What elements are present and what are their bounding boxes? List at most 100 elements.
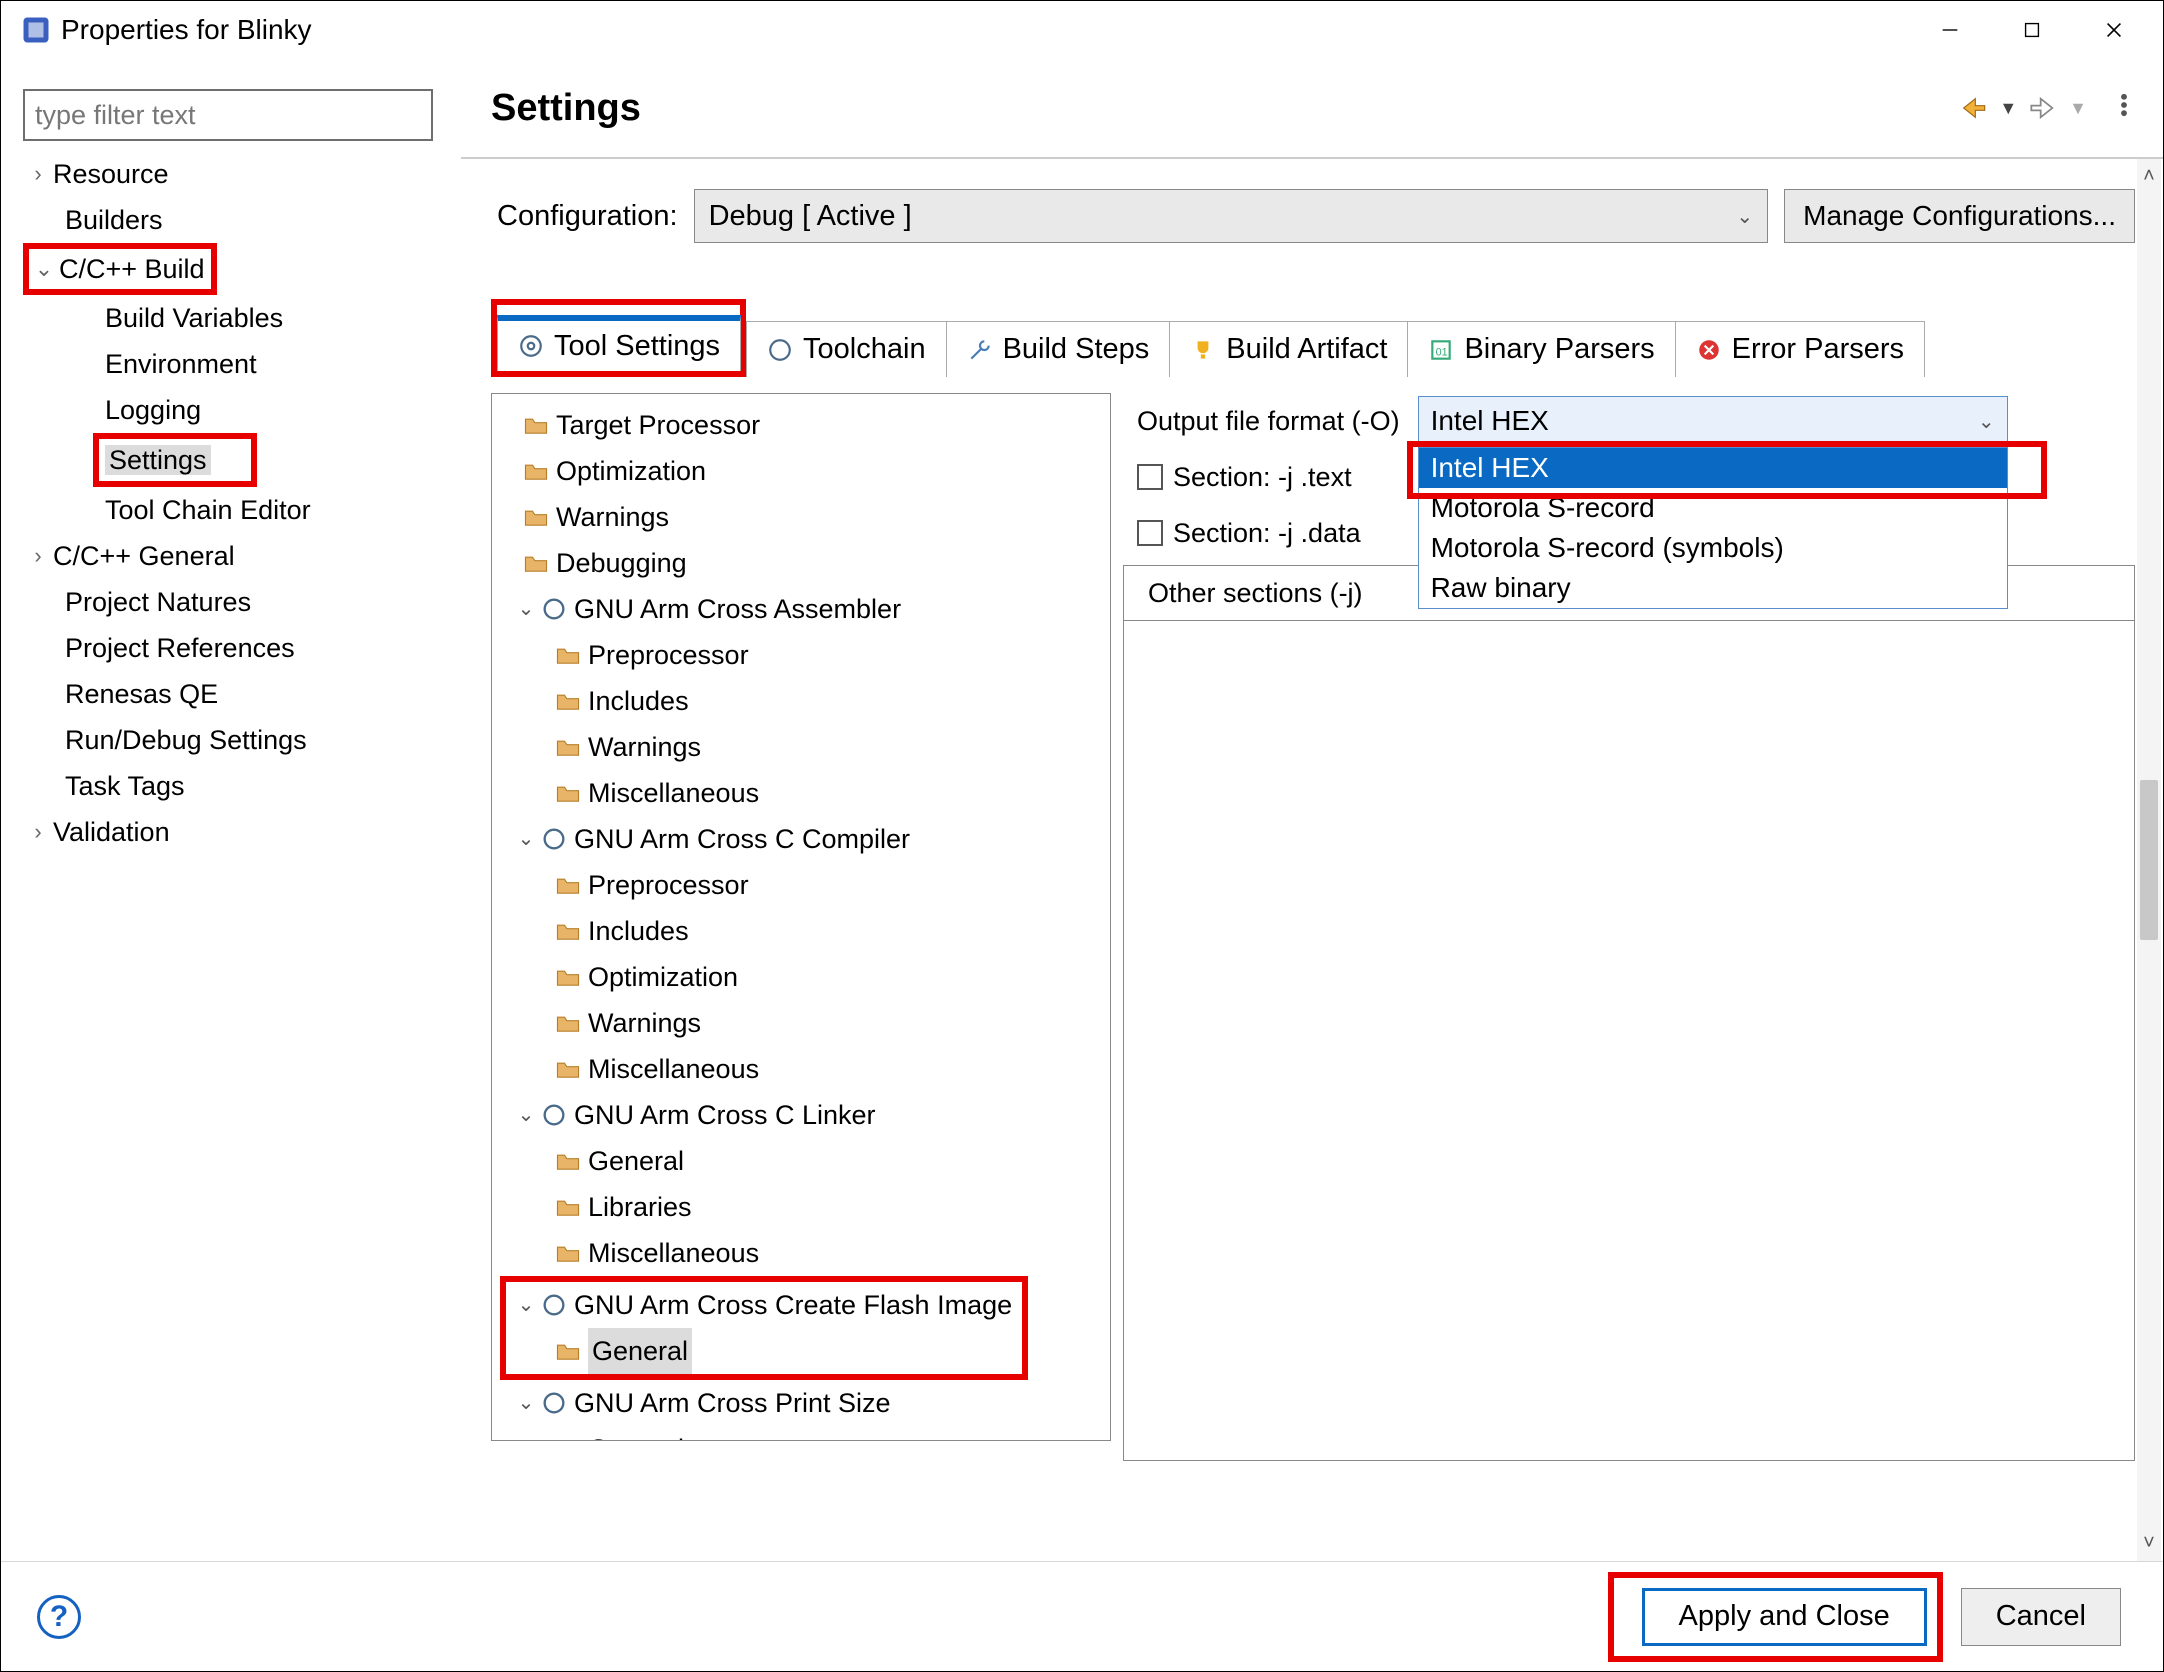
manage-configurations-button[interactable]: Manage Configurations... (1784, 189, 2135, 243)
section-data-checkbox[interactable] (1137, 520, 1163, 546)
tree-cc-preprocessor[interactable]: Preprocessor (492, 862, 1110, 908)
nav-environment[interactable]: Environment (23, 341, 443, 387)
nav-builders[interactable]: Builders (23, 197, 443, 243)
nav-forward-dropdown-icon[interactable]: ▼ (2069, 98, 2087, 119)
nav-run-debug-settings[interactable]: Run/Debug Settings (23, 717, 443, 763)
nav-back-dropdown-icon[interactable]: ▼ (1999, 98, 2017, 119)
nav-build-variables[interactable]: Build Variables (23, 295, 443, 341)
gear-icon (767, 337, 793, 363)
tree-ld-libraries[interactable]: Libraries (492, 1184, 1110, 1230)
tree-ld-misc[interactable]: Miscellaneous (492, 1230, 1110, 1276)
tree-optimization[interactable]: Optimization (492, 448, 1110, 494)
tree-asm-warnings[interactable]: Warnings (492, 724, 1110, 770)
tree-ld-general[interactable]: General (492, 1138, 1110, 1184)
dialog-footer: ? Apply and Close Cancel (1, 1561, 2163, 1671)
folder-icon (554, 1239, 582, 1267)
view-menu-icon[interactable] (2115, 91, 2133, 126)
tree-asm-includes[interactable]: Includes (492, 678, 1110, 724)
close-button[interactable] (2073, 5, 2155, 55)
filter-text-input[interactable]: type filter text (23, 89, 433, 141)
folder-icon (554, 1193, 582, 1221)
help-button[interactable]: ? (37, 1595, 81, 1639)
gear-icon (518, 333, 544, 359)
nav-validation[interactable]: ›Validation (23, 809, 443, 855)
tree-cc-warnings[interactable]: Warnings (492, 1000, 1110, 1046)
folder-icon (554, 1435, 582, 1441)
tab-binary-parsers[interactable]: 01 Binary Parsers (1407, 321, 1675, 377)
tree-assembler[interactable]: ⌄GNU Arm Cross Assembler (492, 586, 1110, 632)
tree-asm-preprocessor[interactable]: Preprocessor (492, 632, 1110, 678)
tree-cc-optimization[interactable]: Optimization (492, 954, 1110, 1000)
scroll-up-icon[interactable]: ˄ (2143, 165, 2155, 188)
tree-asm-misc[interactable]: Miscellaneous (492, 770, 1110, 816)
nav-logging[interactable]: Logging (23, 387, 443, 433)
vertical-scrollbar[interactable]: ˄ ˅ (2137, 159, 2161, 1561)
option-motorola-srecord[interactable]: Motorola S-record (1419, 488, 2007, 528)
tree-cc-misc[interactable]: Miscellaneous (492, 1046, 1110, 1092)
tab-tool-settings[interactable]: Tool Settings (497, 315, 741, 371)
tree-cc-includes[interactable]: Includes (492, 908, 1110, 954)
cancel-button[interactable]: Cancel (1961, 1588, 2121, 1646)
scrollbar-thumb[interactable] (2140, 780, 2158, 940)
left-nav: type filter text ›Resource Builders ⌄C/C… (1, 59, 461, 1561)
folder-icon (554, 1337, 582, 1365)
nav-settings[interactable]: Settings (23, 433, 443, 487)
maximize-button[interactable] (1991, 5, 2073, 55)
output-format-dropdown[interactable]: Intel HEX Motorola S-record Motorola S-r… (1418, 447, 2008, 609)
gear-icon (540, 1389, 568, 1417)
page-title: Settings (491, 87, 1959, 130)
tool-tree[interactable]: Target Processor Optimization Warnings D… (491, 393, 1111, 1441)
scroll-down-icon[interactable]: ˅ (2143, 1532, 2155, 1555)
trophy-icon (1190, 337, 1216, 363)
configuration-select[interactable]: Debug [ Active ] ⌄ (694, 189, 1769, 243)
nav-resource[interactable]: ›Resource (23, 151, 443, 197)
apply-and-close-button[interactable]: Apply and Close (1642, 1588, 1927, 1646)
tree-flash-image[interactable]: ⌄GNU Arm Cross Create Flash Image (506, 1282, 1012, 1328)
window-title: Properties for Blinky (61, 14, 1909, 46)
nav-task-tags[interactable]: Task Tags (23, 763, 443, 809)
folder-icon (554, 687, 582, 715)
properties-dialog: Properties for Blinky type filter text ›… (0, 0, 2164, 1672)
nav-cpp-build[interactable]: ⌄C/C++ Build (23, 243, 443, 295)
tree-debugging[interactable]: Debugging (492, 540, 1110, 586)
section-text-checkbox[interactable] (1137, 464, 1163, 490)
folder-icon (554, 1009, 582, 1037)
error-icon (1696, 337, 1722, 363)
tree-c-linker[interactable]: ⌄GNU Arm Cross C Linker (492, 1092, 1110, 1138)
option-motorola-srecord-symbols[interactable]: Motorola S-record (symbols) (1419, 528, 2007, 568)
output-format-select[interactable]: Intel HEX ⌄ Intel HEX Motorola S-record … (1418, 396, 2008, 446)
nav-renesas-qe[interactable]: Renesas QE (23, 671, 443, 717)
tree-c-compiler[interactable]: ⌄GNU Arm Cross C Compiler (492, 816, 1110, 862)
tab-build-artifact[interactable]: Build Artifact (1169, 321, 1408, 377)
nav-back-button[interactable] (1959, 94, 1987, 122)
chevron-down-icon: ⌄ (1978, 409, 1995, 434)
gear-icon (540, 825, 568, 853)
folder-icon (522, 411, 550, 439)
option-raw-binary[interactable]: Raw binary (1419, 568, 2007, 608)
folder-icon (554, 779, 582, 807)
tree-warnings[interactable]: Warnings (492, 494, 1110, 540)
nav-tool-chain-editor[interactable]: Tool Chain Editor (23, 487, 443, 533)
nav-cpp-general[interactable]: ›C/C++ General (23, 533, 443, 579)
nav-project-natures[interactable]: Project Natures (23, 579, 443, 625)
tab-build-steps[interactable]: Build Steps (946, 321, 1171, 377)
nav-forward-button[interactable] (2029, 94, 2057, 122)
section-data-label: Section: -j .data (1173, 518, 1361, 549)
chevron-down-icon: ⌄ (1736, 204, 1753, 229)
folder-icon (522, 457, 550, 485)
minimize-button[interactable] (1909, 5, 1991, 55)
svg-text:01: 01 (1436, 346, 1448, 358)
gear-icon (540, 1101, 568, 1129)
folder-icon (554, 963, 582, 991)
tree-print-size[interactable]: ⌄GNU Arm Cross Print Size (492, 1380, 1110, 1426)
option-intel-hex[interactable]: Intel HEX (1419, 448, 2007, 488)
folder-icon (554, 1147, 582, 1175)
app-icon (21, 15, 51, 45)
tree-flash-general[interactable]: General (506, 1328, 1012, 1374)
tree-size-general[interactable]: General (492, 1426, 1110, 1441)
tab-toolchain[interactable]: Toolchain (746, 321, 947, 377)
other-sections-list[interactable] (1123, 621, 2135, 1461)
tree-target-processor[interactable]: Target Processor (492, 402, 1110, 448)
tab-error-parsers[interactable]: Error Parsers (1675, 321, 1925, 377)
nav-project-references[interactable]: Project References (23, 625, 443, 671)
